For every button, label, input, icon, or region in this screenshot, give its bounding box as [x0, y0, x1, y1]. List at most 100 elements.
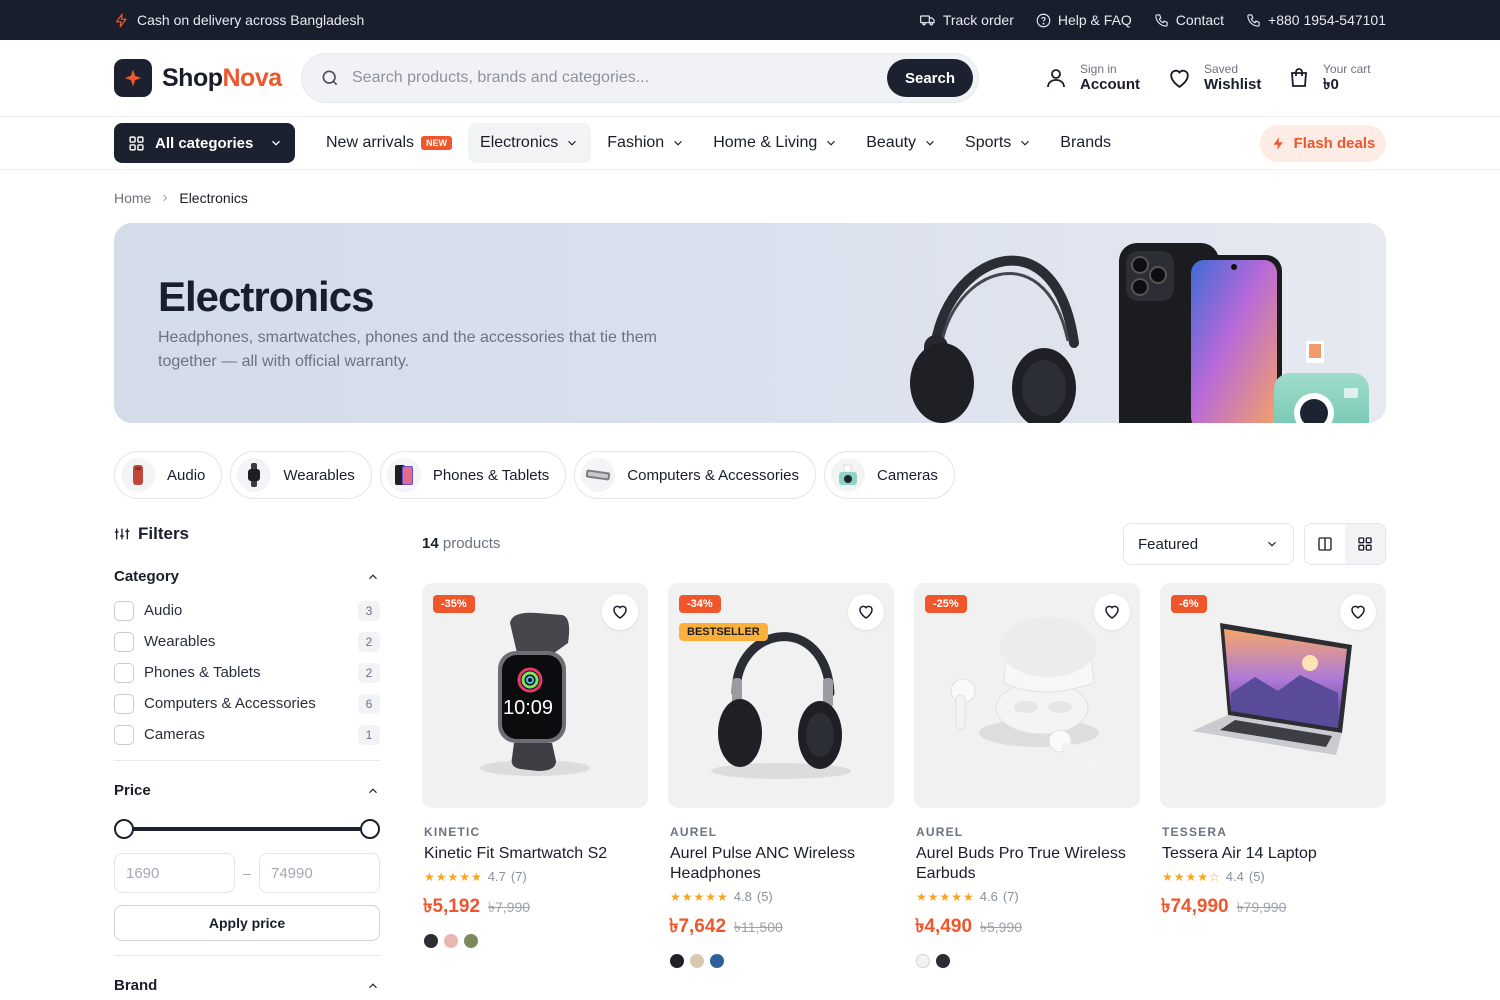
help-faq-link[interactable]: Help & FAQ — [1036, 12, 1132, 28]
product-name[interactable]: Aurel Buds Pro True Wireless Earbuds — [916, 844, 1140, 884]
product-name[interactable]: Aurel Pulse ANC Wireless Headphones — [670, 844, 894, 884]
search-button[interactable]: Search — [887, 59, 973, 97]
category-filter-audio[interactable]: Audio 3 — [114, 595, 380, 626]
brand-section-toggle[interactable]: Brand — [114, 977, 380, 994]
product-card[interactable]: -25% AUREL Aurel Buds Pro True Wireless … — [914, 583, 1140, 968]
color-swatch[interactable] — [670, 954, 684, 968]
filter-label: Phones & Tablets — [144, 664, 261, 681]
product-name[interactable]: Kinetic Fit Smartwatch S2 — [424, 844, 648, 864]
nav-brands[interactable]: Brands — [1048, 123, 1123, 163]
camera-icon — [831, 458, 866, 492]
heart-icon — [1103, 603, 1121, 621]
grid-icon — [128, 135, 145, 152]
wishlist-toggle[interactable] — [1340, 594, 1376, 630]
product-image[interactable]: -6% — [1160, 583, 1386, 808]
search-input[interactable] — [352, 69, 887, 87]
product-card[interactable]: -6% TESSERA Tessera Air 14 Laptop ★★★★☆ 4… — [1160, 583, 1386, 924]
product-brand: KINETIC — [424, 825, 481, 839]
product-old-price: ৳7,990 — [488, 899, 531, 915]
phone-number-link[interactable]: +880 1954-547101 — [1246, 12, 1386, 28]
category-filter-phones-tablets[interactable]: Phones & Tablets 2 — [114, 657, 380, 688]
category-filter-wearables[interactable]: Wearables 2 — [114, 626, 380, 657]
checkbox[interactable] — [114, 693, 134, 714]
checkbox[interactable] — [114, 662, 134, 683]
grid-view-button[interactable] — [1345, 524, 1385, 564]
wishlist-small-label: Saved — [1204, 62, 1239, 76]
color-swatch[interactable] — [936, 954, 950, 968]
breadcrumb-current: Electronics — [179, 190, 248, 206]
nav-new-arrivals[interactable]: New arrivals NEW — [314, 123, 464, 163]
checkbox[interactable] — [114, 724, 134, 745]
track-order-link[interactable]: Track order — [919, 12, 1014, 28]
all-categories-button[interactable]: All categories — [114, 123, 295, 163]
product-image[interactable]: -34% BESTSELLER — [668, 583, 894, 808]
slider-max-handle[interactable] — [360, 819, 380, 839]
list-view-button[interactable] — [1305, 524, 1345, 564]
checkbox[interactable] — [114, 631, 134, 652]
chip-phones-tablets[interactable]: Phones & Tablets — [379, 451, 567, 499]
category-heading: Category — [114, 568, 180, 585]
nav-electronics[interactable]: Electronics — [468, 123, 592, 163]
cart-button[interactable]: Your cart ৳0 — [1287, 63, 1371, 93]
hero-title: Electronics — [158, 273, 374, 320]
wishlist-button[interactable]: Saved Wishlist — [1167, 63, 1261, 93]
account-small-label: Sign in — [1080, 62, 1117, 76]
chip-label: Computers & Accessories — [627, 466, 800, 484]
color-swatch[interactable] — [424, 934, 438, 948]
category-section-toggle[interactable]: Category — [114, 568, 380, 585]
price-max-input[interactable]: 74990 — [258, 853, 380, 893]
wishlist-toggle[interactable] — [602, 594, 638, 630]
color-swatch[interactable] — [710, 954, 724, 968]
product-old-price: ৳5,990 — [980, 919, 1023, 935]
price-min-input[interactable]: 1690 — [114, 853, 235, 893]
flash-deals-button[interactable]: Flash deals — [1260, 125, 1386, 162]
chip-audio[interactable]: Audio — [114, 451, 223, 499]
price-heading: Price — [114, 782, 151, 799]
star-icons: ★★★★★ — [670, 889, 729, 904]
logo[interactable]: ShopNova — [114, 59, 282, 97]
price-range-slider[interactable] — [114, 818, 380, 840]
breadcrumb-home[interactable]: Home — [114, 190, 151, 206]
keyboard-icon — [581, 458, 616, 492]
category-filter-cameras[interactable]: Cameras 1 — [114, 719, 380, 750]
account-button[interactable]: Sign in Account — [1044, 63, 1140, 93]
nav-fashion[interactable]: Fashion — [595, 123, 697, 163]
heart-icon — [1167, 66, 1192, 91]
category-filter-computers-accessories[interactable]: Computers & Accessories 6 — [114, 688, 380, 719]
chip-cameras[interactable]: Cameras — [824, 451, 955, 499]
slider-min-handle[interactable] — [114, 819, 134, 839]
product-name[interactable]: Tessera Air 14 Laptop — [1162, 844, 1386, 864]
product-image[interactable]: 10:09 -35% — [422, 583, 648, 808]
color-swatches — [670, 954, 894, 968]
nav-beauty[interactable]: Beauty — [854, 123, 949, 163]
price-section-toggle[interactable]: Price — [114, 782, 380, 799]
product-image[interactable]: -25% — [914, 583, 1140, 808]
nav-home-living[interactable]: Home & Living — [701, 123, 850, 163]
contact-link[interactable]: Contact — [1154, 12, 1224, 28]
color-swatch[interactable] — [444, 934, 458, 948]
promo-text: Cash on delivery across Bangladesh — [137, 12, 365, 28]
divider — [114, 955, 380, 956]
svg-text:10:09: 10:09 — [503, 697, 553, 719]
chip-computers-accessories[interactable]: Computers & Accessories — [574, 451, 817, 499]
apply-price-button[interactable]: Apply price — [114, 905, 380, 941]
discount-badge: -6% — [1171, 595, 1207, 613]
filter-label: Audio — [144, 602, 183, 619]
wishlist-toggle[interactable] — [848, 594, 884, 630]
filters-title: Filters — [138, 524, 190, 543]
chevron-down-icon — [269, 136, 283, 150]
color-swatch[interactable] — [690, 954, 704, 968]
product-card[interactable]: -34% BESTSELLER AUREL Aurel Pulse ANC Wi… — [668, 583, 894, 968]
top-bar: Cash on delivery across Bangladesh Track… — [0, 0, 1500, 40]
wishlist-toggle[interactable] — [1094, 594, 1130, 630]
checkbox[interactable] — [114, 600, 134, 621]
sort-select[interactable]: Featured — [1123, 523, 1294, 565]
color-swatch[interactable] — [916, 954, 930, 968]
chip-wearables[interactable]: Wearables — [230, 451, 372, 499]
nav-sports[interactable]: Sports — [953, 123, 1044, 163]
product-card[interactable]: 10:09 -35% KINETIC Kinetic Fit Smartwatc… — [422, 583, 648, 948]
phone-icon — [1246, 13, 1261, 28]
color-swatch[interactable] — [464, 934, 478, 948]
hero-banner: Electronics Headphones, smartwatches, ph… — [114, 223, 1386, 423]
contact-label: Contact — [1175, 12, 1225, 28]
